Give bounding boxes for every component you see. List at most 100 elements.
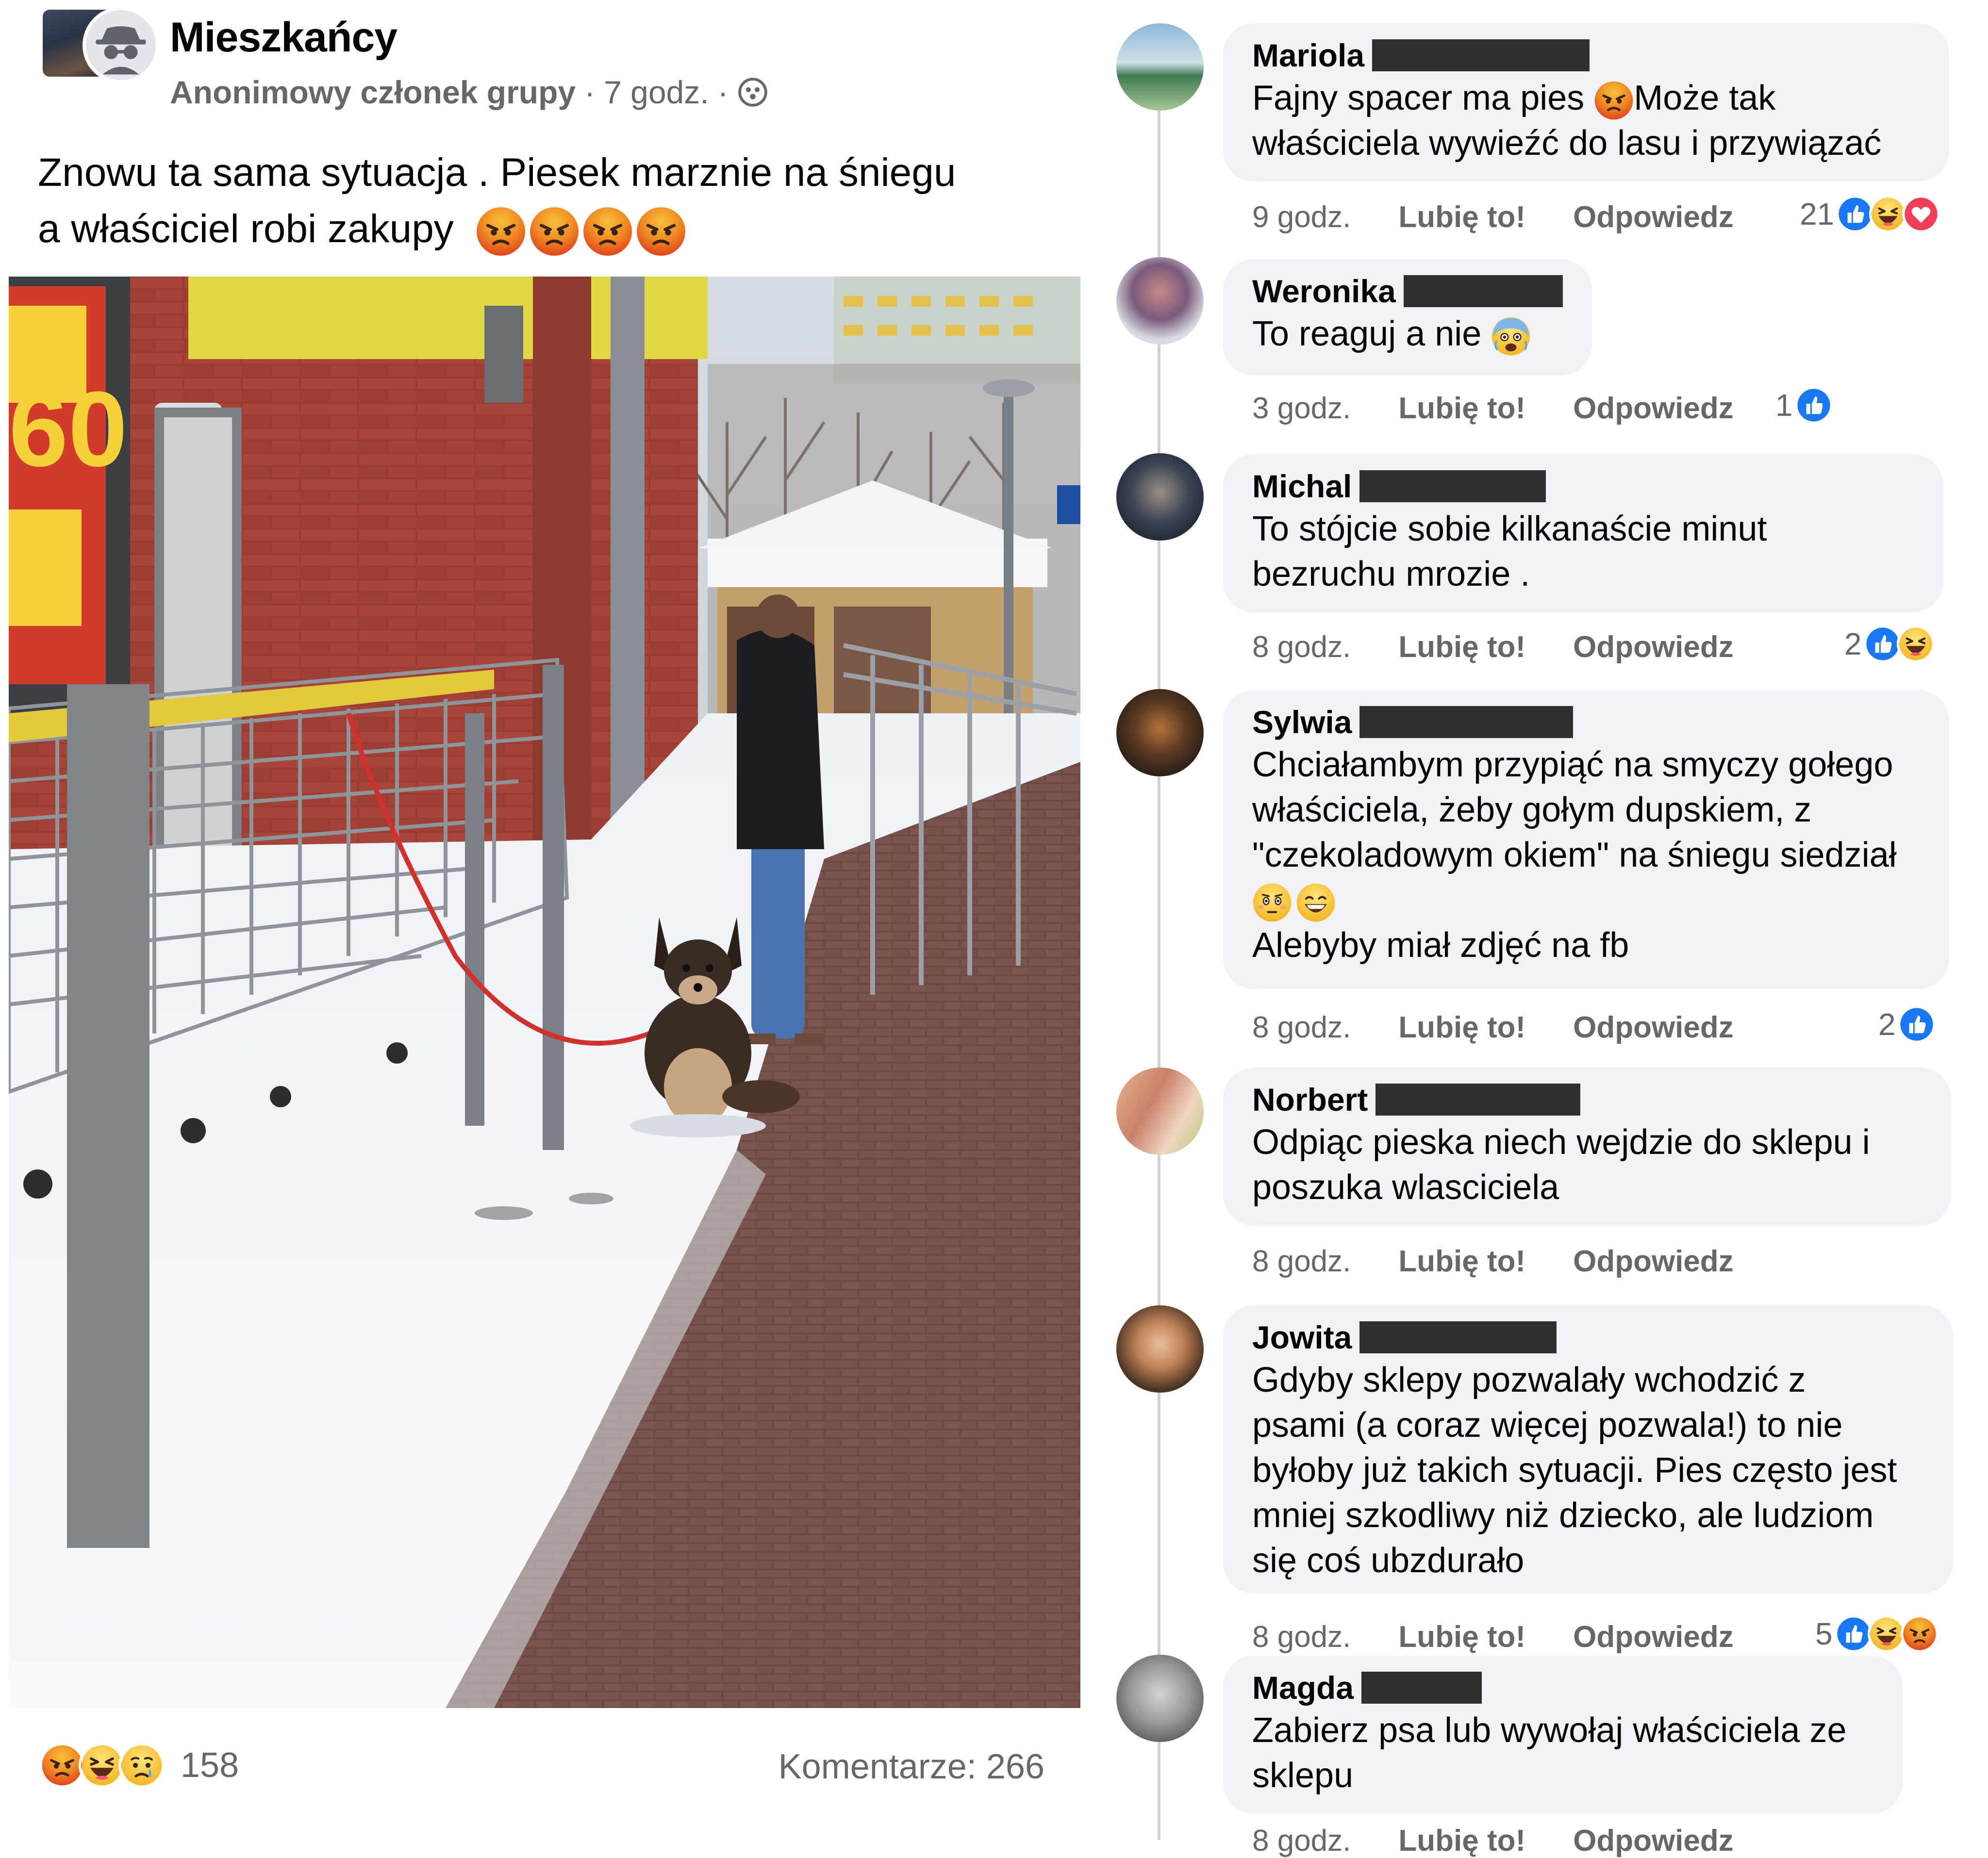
like-reaction-icon bbox=[1834, 1615, 1872, 1653]
post-reactions[interactable]: 158 bbox=[39, 1742, 239, 1789]
svg-text:60: 60 bbox=[9, 369, 128, 489]
reply-button[interactable]: Odpowiedz bbox=[1573, 630, 1734, 664]
comment-author[interactable]: Michal bbox=[1252, 466, 1914, 507]
angry-face-icon bbox=[529, 206, 580, 257]
grinning-face-icon bbox=[1296, 883, 1336, 922]
comment-bubble: Weronika To reaguj a nie bbox=[1223, 259, 1592, 376]
like-reaction-icon bbox=[1863, 625, 1902, 663]
group-members-icon bbox=[738, 78, 767, 107]
meta-separator: · bbox=[717, 74, 729, 110]
like-button[interactable]: Lubię to! bbox=[1398, 1244, 1525, 1279]
comment-text: Chciałambym przypiąć na smyczy gołego wł… bbox=[1252, 745, 1897, 965]
like-button[interactable]: Lubię to! bbox=[1398, 391, 1525, 426]
comment-reactions[interactable]: 2 bbox=[1878, 1005, 1936, 1043]
post-author[interactable]: Anonimowy członek grupy bbox=[170, 74, 576, 111]
love-reaction-icon bbox=[1902, 195, 1940, 233]
angry-face-icon bbox=[476, 206, 526, 257]
avatar[interactable] bbox=[1116, 689, 1204, 776]
like-button[interactable]: Lubię to! bbox=[1398, 1010, 1525, 1045]
like-reaction-icon bbox=[1794, 386, 1833, 424]
reaction-count: 2 bbox=[1844, 626, 1862, 661]
comment-author[interactable]: Sylwia bbox=[1252, 702, 1920, 742]
post-text-fragment: a właściciel robi zakupy bbox=[38, 207, 454, 251]
comment-text: To reaguj a nie bbox=[1252, 312, 1563, 357]
post-text: Znowu ta sama sytuacja . Piesek marznie … bbox=[38, 145, 1067, 257]
comment-bubble: Norbert Odpiąc pieska niech wejdzie do s… bbox=[1223, 1068, 1951, 1226]
comment-time[interactable]: 3 godz. bbox=[1252, 391, 1351, 426]
comment-author[interactable]: Mariola bbox=[1252, 35, 1920, 76]
comment-time[interactable]: 8 godz. bbox=[1252, 1244, 1351, 1279]
comment-actions: 3 godz. Lubię to! Odpowiedz bbox=[1252, 391, 1781, 426]
comment-reactions[interactable]: 1 bbox=[1775, 386, 1833, 424]
redaction-bar bbox=[1359, 706, 1574, 738]
reply-button[interactable]: Odpowiedz bbox=[1573, 1244, 1734, 1279]
comment-author[interactable]: Weronika bbox=[1252, 271, 1563, 312]
like-button[interactable]: Lubię to! bbox=[1398, 630, 1525, 664]
comment-text: Zabierz psa lub wywołaj właściciela ze s… bbox=[1252, 1711, 1847, 1795]
avatar[interactable] bbox=[1116, 1068, 1204, 1155]
post-card: Mieszkańcy Anonimowy członek grupy · 7 g… bbox=[0, 0, 1087, 1840]
comment-author[interactable]: Magda bbox=[1252, 1667, 1873, 1708]
avatar[interactable] bbox=[1116, 1655, 1204, 1742]
comment-time[interactable]: 9 godz. bbox=[1252, 200, 1351, 234]
haha-reaction-icon bbox=[1869, 195, 1907, 233]
post-text-line: a właściciel robi zakupy bbox=[38, 201, 1067, 257]
comment-time[interactable]: 8 godz. bbox=[1252, 630, 1351, 664]
redaction-bar bbox=[1361, 1672, 1482, 1704]
angry-face-icon bbox=[636, 206, 686, 257]
comment-time[interactable]: 8 godz. bbox=[1252, 1824, 1351, 1858]
like-button[interactable]: Lubię to! bbox=[1398, 200, 1525, 234]
avatar[interactable] bbox=[1116, 1305, 1204, 1393]
like-reaction-icon bbox=[1897, 1005, 1936, 1043]
comment-time[interactable]: 8 godz. bbox=[1252, 1010, 1351, 1045]
haha-reaction-icon bbox=[1867, 1615, 1905, 1653]
comment-bubble: Mariola Fajny spacer ma pies Może tak wł… bbox=[1223, 23, 1949, 181]
angry-face-icon bbox=[1594, 81, 1634, 120]
post-time[interactable]: 7 godz. bbox=[604, 74, 709, 111]
like-reaction-icon bbox=[1836, 195, 1874, 233]
comment-actions: 8 godz. Lubię to! Odpowiedz bbox=[1252, 1620, 1781, 1654]
reply-button[interactable]: Odpowiedz bbox=[1573, 1010, 1734, 1045]
reaction-count[interactable]: 158 bbox=[181, 1745, 239, 1785]
post-text-line: Znowu ta sama sytuacja . Piesek marznie … bbox=[38, 150, 956, 195]
comment-actions: 8 godz. Lubię to! Odpowiedz bbox=[1252, 1010, 1781, 1045]
reply-button[interactable]: Odpowiedz bbox=[1573, 1824, 1734, 1858]
comment-author[interactable]: Norbert bbox=[1252, 1079, 1922, 1120]
comment-text: Fajny spacer ma pies Może tak właściciel… bbox=[1252, 79, 1882, 163]
meta-separator: · bbox=[584, 74, 596, 110]
comment-actions: 8 godz. Lubię to! Odpowiedz bbox=[1252, 1244, 1781, 1279]
comment-reactions[interactable]: 2 bbox=[1844, 625, 1935, 663]
comment-author[interactable]: Jowita bbox=[1252, 1317, 1924, 1358]
like-button[interactable]: Lubię to! bbox=[1398, 1620, 1525, 1654]
post-photo[interactable]: 60 bbox=[9, 277, 1080, 1708]
redaction-bar bbox=[1359, 470, 1546, 502]
comment-bubble: Magda Zabierz psa lub wywołaj właściciel… bbox=[1223, 1656, 1903, 1814]
haha-reaction-icon bbox=[1896, 625, 1935, 663]
avatar[interactable] bbox=[1116, 453, 1204, 541]
reply-button[interactable]: Odpowiedz bbox=[1573, 1620, 1734, 1654]
comment-bubble: Michal To stójcie sobie kilkanaście minu… bbox=[1223, 454, 1943, 612]
comment-bubble: Jowita Gdyby sklepy pozwalały wchodzić z… bbox=[1223, 1305, 1953, 1594]
comments-count[interactable]: Komentarze: 266 bbox=[779, 1747, 1044, 1787]
reply-button[interactable]: Odpowiedz bbox=[1573, 391, 1734, 426]
comment-text: To stójcie sobie kilkanaście minut bezru… bbox=[1252, 510, 1767, 593]
avatar[interactable] bbox=[1116, 257, 1204, 345]
reply-button[interactable]: Odpowiedz bbox=[1573, 200, 1734, 234]
like-button[interactable]: Lubię to! bbox=[1398, 1824, 1525, 1858]
comment-bubble: Sylwia Chciałambym przypiąć na smyczy go… bbox=[1223, 690, 1949, 989]
redaction-bar bbox=[1372, 39, 1590, 71]
sad-reaction-icon bbox=[118, 1742, 165, 1789]
angry-face-icon bbox=[582, 206, 633, 257]
comment-time[interactable]: 8 godz. bbox=[1252, 1620, 1351, 1654]
flushed-face-icon bbox=[1252, 883, 1292, 922]
comment-text: Odpiąc pieska niech wejdzie do sklepu i … bbox=[1252, 1123, 1870, 1207]
comment-reactions[interactable]: 5 bbox=[1815, 1615, 1938, 1653]
avatar[interactable] bbox=[1116, 23, 1204, 111]
comment-actions: 9 godz. Lubię to! Odpowiedz bbox=[1252, 200, 1781, 234]
reaction-count: 5 bbox=[1815, 1616, 1833, 1651]
scared-face-icon bbox=[1491, 316, 1531, 356]
comment-reactions[interactable]: 21 bbox=[1800, 195, 1940, 233]
redaction-bar bbox=[1359, 1321, 1557, 1353]
comments-section: Mariola Fajny spacer ma pies Może tak wł… bbox=[1087, 0, 1988, 1858]
group-name[interactable]: Mieszkańcy bbox=[170, 14, 398, 62]
